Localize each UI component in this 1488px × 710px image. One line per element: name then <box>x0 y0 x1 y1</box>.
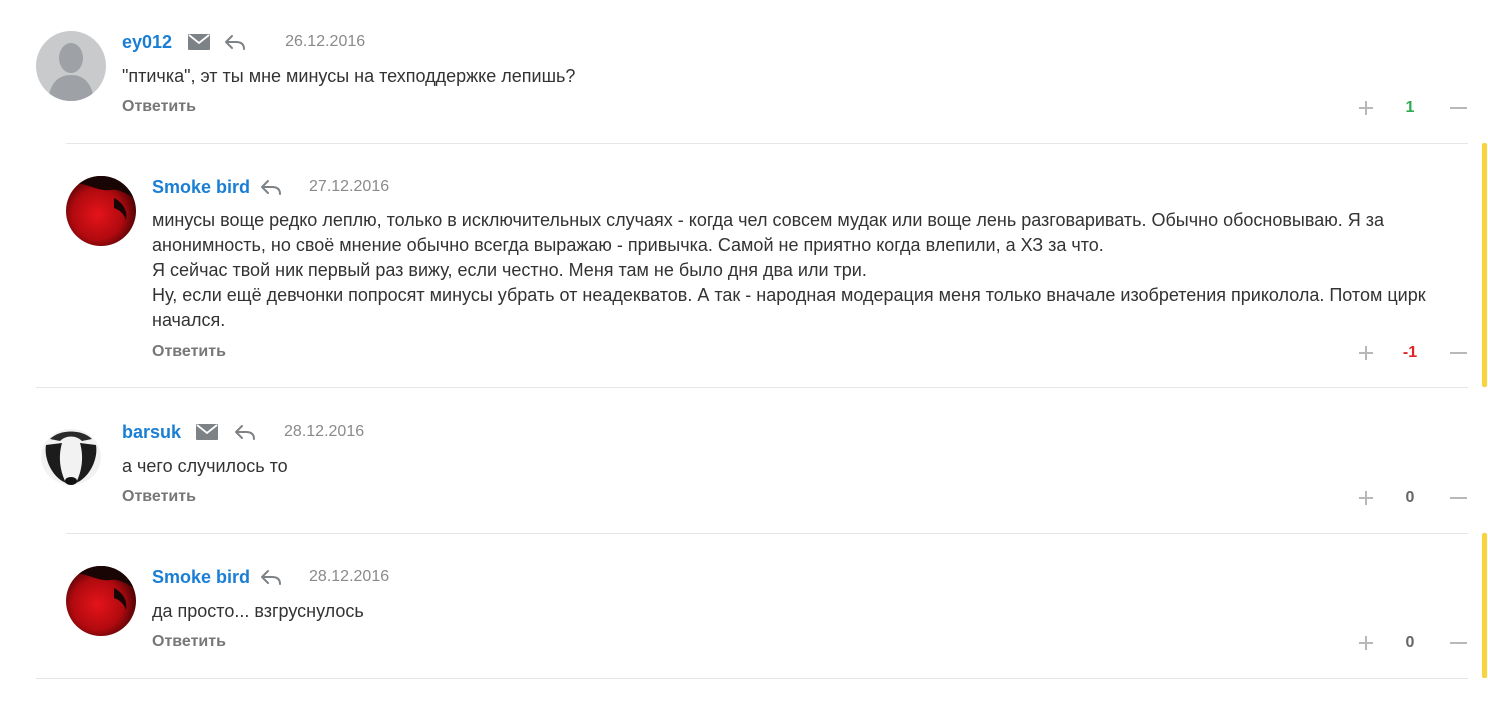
vote-score: -1 <box>1402 344 1418 361</box>
comment-text: минусы воще редко леплю, только в исключ… <box>152 208 1462 333</box>
vote-widget: -1 <box>1356 342 1468 364</box>
vote-score: 0 <box>1405 489 1415 506</box>
comment: barsuk 28.12.2016 а чего случилось то От… <box>36 421 1468 516</box>
reply-button[interactable]: Ответить <box>152 633 226 651</box>
comment: Smoke bird 28.12.2016 да просто... взгру… <box>66 566 1468 661</box>
reply-button[interactable]: Ответить <box>122 98 196 116</box>
author-link[interactable]: barsuk <box>122 422 181 443</box>
new-reply-marker <box>1482 533 1487 678</box>
comment-paragraph: Я сейчас твой ник первый раз вижу, если … <box>152 260 867 280</box>
plus-icon[interactable] <box>1356 487 1376 509</box>
reply-arrow-icon[interactable] <box>224 34 246 50</box>
vote-widget: 0 <box>1356 487 1468 509</box>
divider <box>36 678 1468 679</box>
comment-paragraph: минусы воще редко леплю, только в исключ… <box>152 210 1384 255</box>
comment: Smoke bird 27.12.2016 минусы воще редко … <box>66 176 1468 366</box>
badger-avatar-icon <box>36 421 106 491</box>
comment-date: 28.12.2016 <box>284 423 365 440</box>
avatar[interactable] <box>66 176 136 246</box>
comment-text: а чего случилось то <box>122 454 288 479</box>
avatar[interactable] <box>36 31 106 101</box>
comment-date: 28.12.2016 <box>309 568 390 585</box>
comment: ey012 26.12.2016 "птичка", эт ты мне мин… <box>36 31 1468 126</box>
mail-icon[interactable] <box>196 424 219 440</box>
new-reply-marker <box>1482 143 1487 387</box>
comment-date: 26.12.2016 <box>285 33 366 50</box>
plus-icon[interactable] <box>1356 342 1376 364</box>
divider <box>66 533 1468 534</box>
divider <box>66 143 1468 144</box>
vote-widget: 1 <box>1356 97 1468 119</box>
avatar[interactable] <box>66 566 136 636</box>
red-bird-avatar-icon <box>66 176 136 246</box>
comment-header: barsuk 28.12.2016 <box>122 421 364 443</box>
plus-icon[interactable] <box>1356 632 1376 654</box>
red-bird-avatar-icon <box>66 566 136 636</box>
plus-icon[interactable] <box>1356 97 1376 119</box>
comment-header: Smoke bird 28.12.2016 <box>152 566 389 588</box>
reply-arrow-icon[interactable] <box>234 424 256 440</box>
mail-icon[interactable] <box>188 34 211 50</box>
comment-text: да просто... взгруснулось <box>152 599 364 624</box>
reply-button[interactable]: Ответить <box>152 343 226 361</box>
comment-header: ey012 26.12.2016 <box>122 31 365 53</box>
minus-icon[interactable] <box>1448 632 1468 654</box>
comment-paragraph: а чего случилось то <box>122 456 288 476</box>
comment-text: "птичка", эт ты мне минусы на техподдерж… <box>122 64 575 89</box>
author-link[interactable]: Smoke bird <box>152 177 250 198</box>
default-user-avatar-icon <box>36 31 106 101</box>
divider <box>36 387 1468 388</box>
reply-button[interactable]: Ответить <box>122 488 196 506</box>
minus-icon[interactable] <box>1448 487 1468 509</box>
reply-arrow-icon[interactable] <box>260 179 282 195</box>
vote-score: 1 <box>1405 99 1415 116</box>
comment-paragraph: "птичка", эт ты мне минусы на техподдерж… <box>122 66 576 86</box>
reply-arrow-icon[interactable] <box>260 569 282 585</box>
author-link[interactable]: ey012 <box>122 32 172 53</box>
minus-icon[interactable] <box>1448 342 1468 364</box>
comment-header: Smoke bird 27.12.2016 <box>152 176 389 198</box>
comment-paragraph: Ну, если ещё девчонки попросят минусы уб… <box>152 285 1426 330</box>
vote-score: 0 <box>1405 634 1415 651</box>
comment-paragraph: да просто... взгруснулось <box>152 601 364 621</box>
comment-thread: ey012 26.12.2016 "птичка", эт ты мне мин… <box>0 0 1488 710</box>
vote-widget: 0 <box>1356 632 1468 654</box>
comment-date: 27.12.2016 <box>309 178 390 195</box>
avatar[interactable] <box>36 421 106 491</box>
minus-icon[interactable] <box>1448 97 1468 119</box>
author-link[interactable]: Smoke bird <box>152 567 250 588</box>
